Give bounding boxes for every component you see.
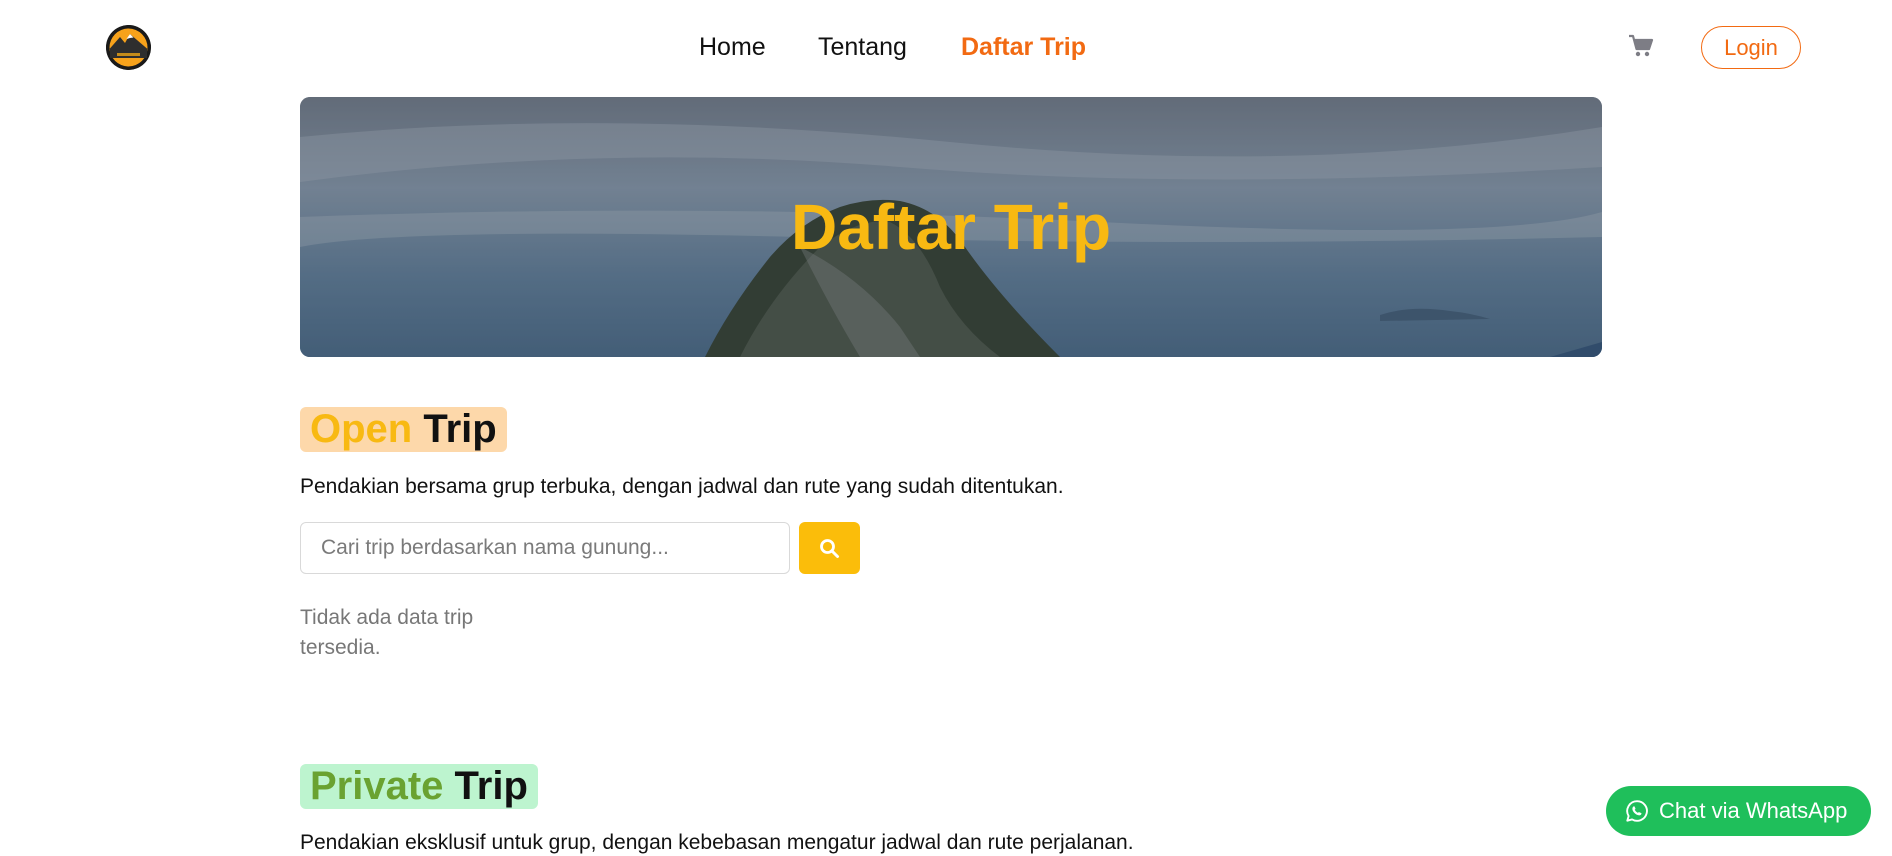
open-trip-heading-accent: Open [310,407,413,451]
main-nav: Home Tentang Daftar Trip [0,30,1892,64]
private-trip-heading-rest: Trip [443,764,528,808]
open-trip-description: Pendakian bersama grup terbuka, dengan j… [300,475,1064,498]
whatsapp-chat-button[interactable]: Chat via WhatsApp [1606,786,1871,836]
hero-title: Daftar Trip [790,191,1112,263]
search-button[interactable] [799,522,860,574]
navbar: Home Tentang Daftar Trip Login [0,0,1892,94]
private-trip-description: Pendakian eksklusif untuk grup, dengan k… [300,831,1134,854]
empty-trip-message: Tidak ada data trip tersedia. [300,606,474,659]
search-input[interactable] [300,522,790,574]
login-button[interactable]: Login [1701,26,1801,69]
shopping-cart-icon[interactable] [1628,34,1654,58]
whatsapp-icon [1626,800,1648,822]
nav-tentang-link[interactable]: Tentang [818,30,907,64]
private-trip-heading: Private Trip [300,764,538,809]
nav-home-link[interactable]: Home [699,30,766,64]
search-icon [820,539,839,558]
hero-banner: Daftar Trip [300,97,1602,357]
private-trip-heading-accent: Private [310,764,444,808]
nav-daftar-trip-link[interactable]: Daftar Trip [961,30,1086,64]
open-trip-heading-rest: Trip [412,407,497,451]
whatsapp-chat-label: Chat via WhatsApp [1659,798,1848,823]
open-trip-heading: Open Trip [300,407,507,452]
